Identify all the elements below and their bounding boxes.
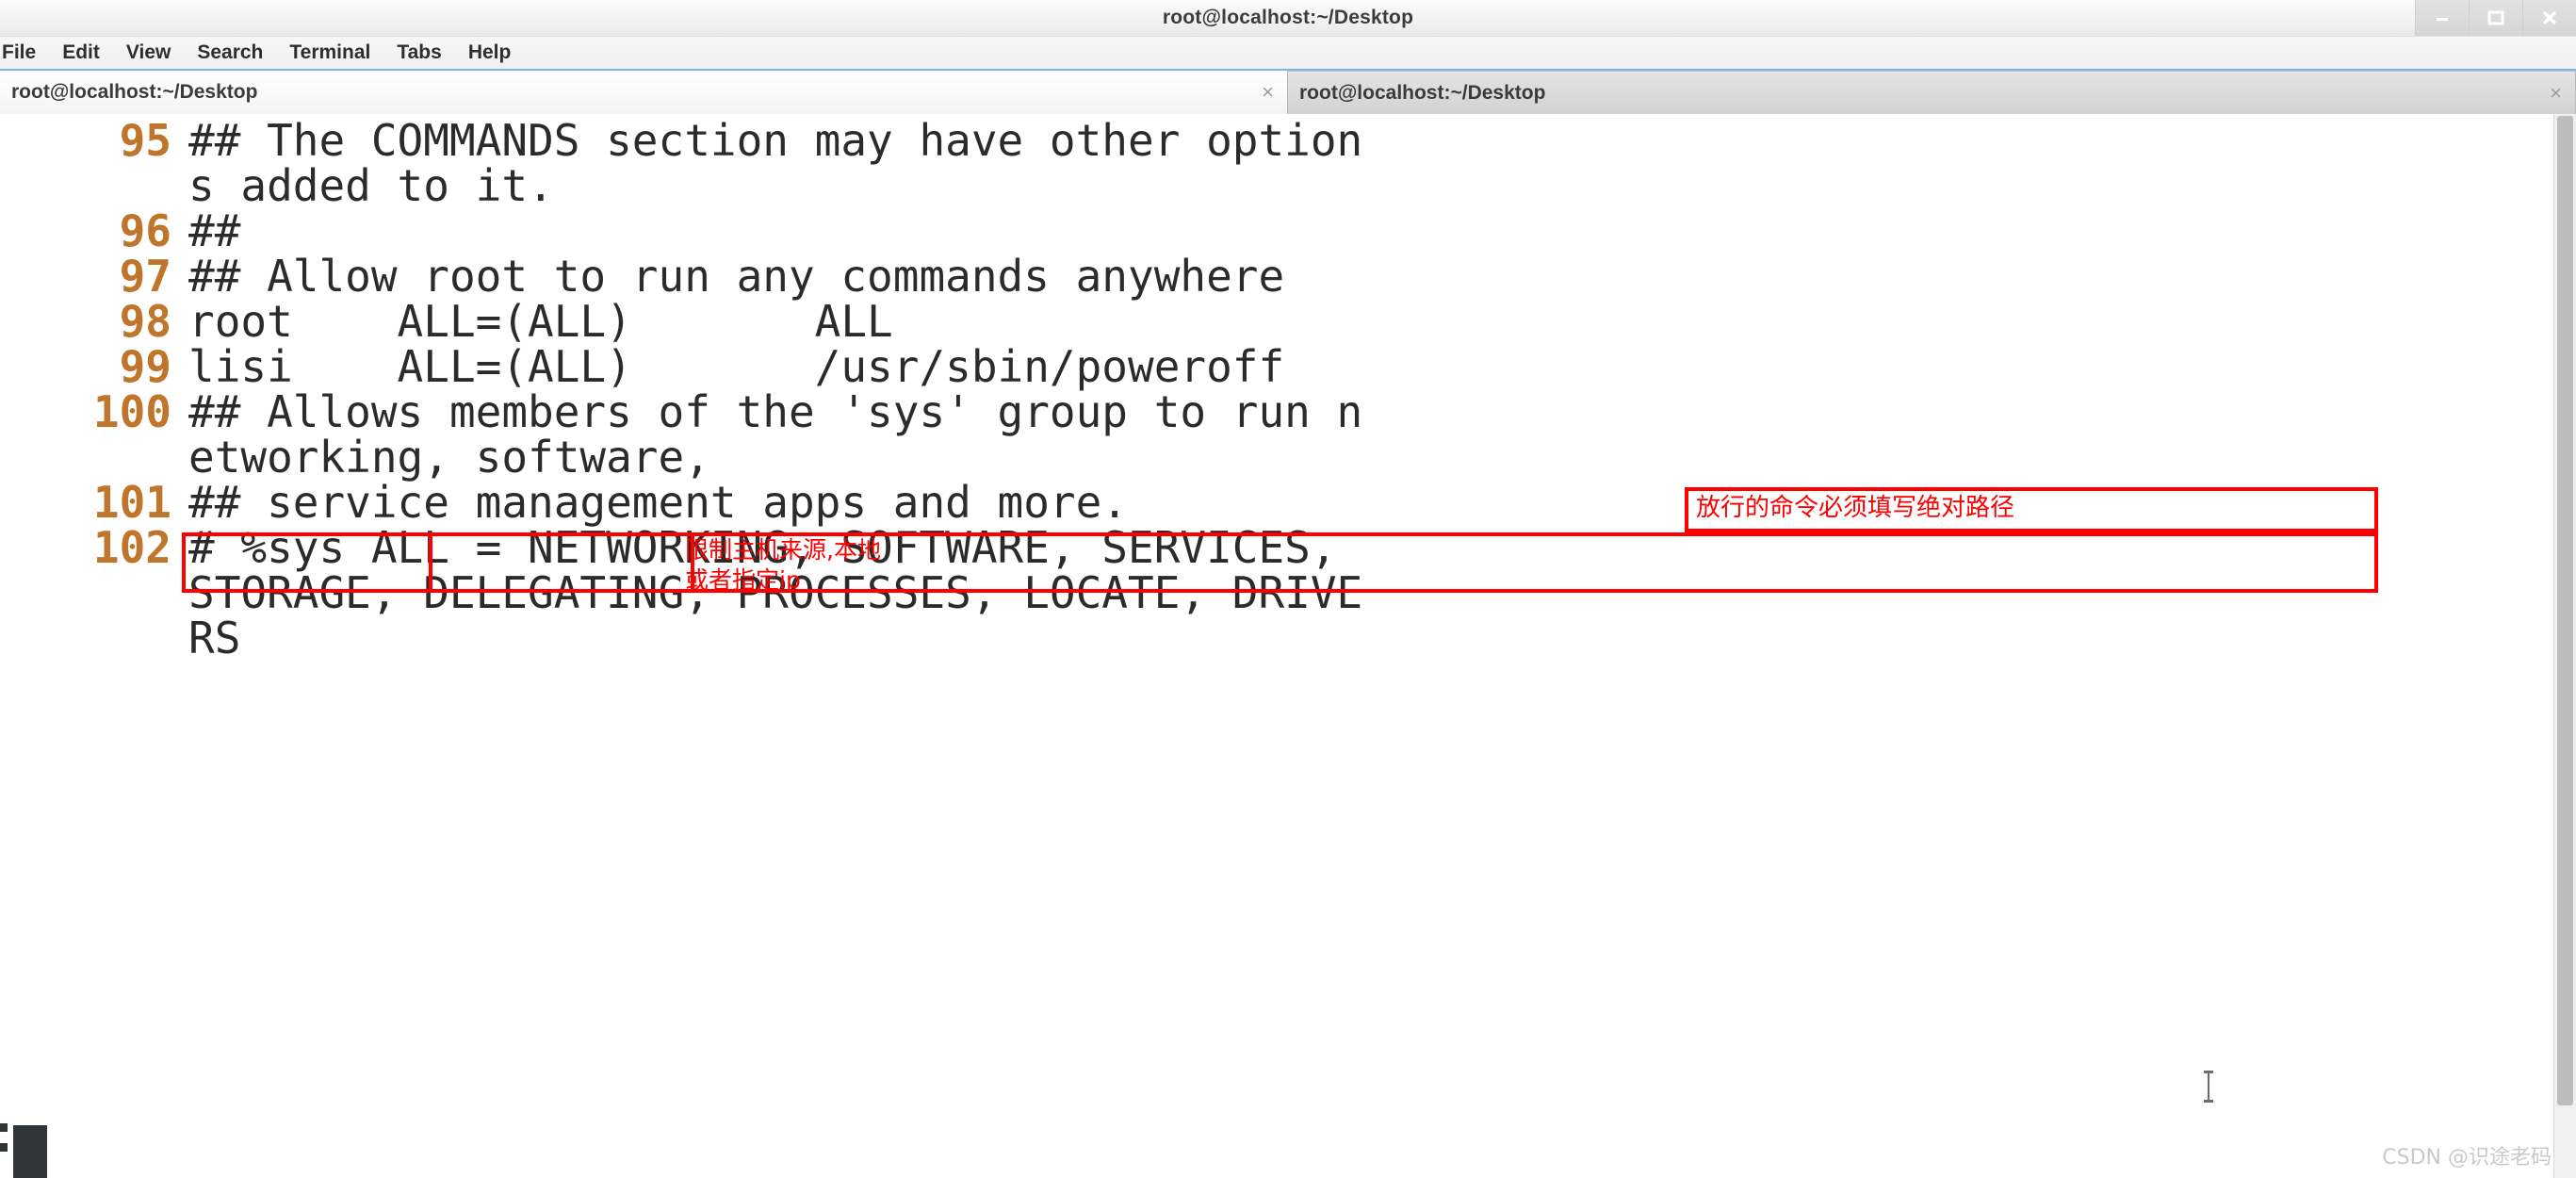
menu-item-terminal[interactable]: Terminal <box>276 37 383 69</box>
line-text: root ALL=(ALL) ALL <box>188 296 893 347</box>
line-number: 99 <box>119 341 171 392</box>
line-text: ## Allow root to run any commands anywhe… <box>188 251 1285 302</box>
menu-item-search[interactable]: Search <box>184 37 276 69</box>
menu-item-tabs[interactable]: Tabs <box>383 37 454 69</box>
code-line-wrapped: s added to it. <box>0 163 2553 208</box>
tab-close-icon[interactable]: × <box>2550 82 2562 104</box>
menu-item-edit[interactable]: Edit <box>49 37 113 69</box>
tab-close-icon[interactable]: × <box>1262 82 1274 103</box>
menu-bar: File Edit View Search Terminal Tabs Help <box>0 37 2576 71</box>
minimize-icon <box>2437 18 2448 21</box>
maximize-icon <box>2487 10 2504 25</box>
line-number: 97 <box>119 251 171 302</box>
line-number: 102 <box>92 522 171 573</box>
line-number: 101 <box>92 477 171 528</box>
csdn-watermark: CSDN @识途老码 <box>2382 1146 2552 1170</box>
annotation-text-absolute-path: 放行的命令必须填写绝对路径 <box>1696 494 2015 522</box>
code-line: 96 ## <box>0 208 2553 254</box>
screen-edge-marks <box>0 1123 8 1161</box>
line-text: # %sys ALL = NETWORKING, SOFTWARE, SERVI… <box>188 522 1337 573</box>
line-number: 100 <box>92 386 171 437</box>
line-text: s added to it. <box>188 160 554 211</box>
line-text: RS <box>188 613 241 663</box>
line-number: 96 <box>119 205 171 256</box>
title-bar: root@localhost:~/Desktop <box>0 0 2576 37</box>
code-line: 100 ## Allows members of the 'sys' group… <box>0 389 2553 434</box>
code-line-wrapped: STORAGE, DELEGATING, PROCESSES, LOCATE, … <box>0 570 2553 615</box>
scrollbar-thumb[interactable] <box>2557 116 2573 1105</box>
code-line-sudoers-root: 98 root ALL=(ALL) ALL <box>0 299 2553 344</box>
line-text: ## Allows members of the 'sys' group to … <box>188 386 1363 437</box>
line-text: lisi ALL=(ALL) /usr/sbin/poweroff <box>188 341 1285 392</box>
terminal-scrollbar[interactable] <box>2553 114 2576 1178</box>
line-text: ## The COMMANDS section may have other o… <box>188 115 1363 166</box>
editor-buffer: 95 ## The COMMANDS section may have othe… <box>0 114 2553 1178</box>
close-button[interactable] <box>2522 0 2576 36</box>
tab-label: root@localhost:~/Desktop <box>11 81 258 103</box>
code-line-sudoers-lisi: 99 lisi ALL=(ALL) /usr/sbin/poweroff <box>0 344 2553 389</box>
close-icon <box>2542 10 2557 25</box>
menu-item-help[interactable]: Help <box>455 37 525 69</box>
window-title: root@localhost:~/Desktop <box>1162 7 1414 28</box>
line-number: 95 <box>119 115 171 166</box>
tab-terminal-2[interactable]: root@localhost:~/Desktop × <box>1288 71 2576 114</box>
code-line-wrapped: etworking, software, <box>0 434 2553 480</box>
window-controls <box>2415 0 2576 36</box>
line-number: 98 <box>119 296 171 347</box>
code-line-wrapped: RS <box>0 615 2553 661</box>
terminal-content[interactable]: 95 ## The COMMANDS section may have othe… <box>0 114 2576 1178</box>
tab-terminal-1[interactable]: root@localhost:~/Desktop × <box>0 71 1288 114</box>
line-text: STORAGE, DELEGATING, PROCESSES, LOCATE, … <box>188 567 1363 618</box>
annotation-text-host-source: 限制主机来源,本地 或者指定ip <box>685 536 881 594</box>
code-line: 102 # %sys ALL = NETWORKING, SOFTWARE, S… <box>0 525 2553 570</box>
code-line: 97 ## Allow root to run any commands any… <box>0 254 2553 299</box>
terminal-block-cursor <box>13 1125 47 1178</box>
terminal-window: root@localhost:~/Desktop File Edit View <box>0 0 2576 1178</box>
tab-label: root@localhost:~/Desktop <box>1299 81 1546 104</box>
code-line: 95 ## The COMMANDS section may have othe… <box>0 118 2553 163</box>
line-text: etworking, software, <box>188 432 710 483</box>
maximize-button[interactable] <box>2469 0 2522 36</box>
minimize-button[interactable] <box>2415 0 2469 36</box>
tab-bar: root@localhost:~/Desktop × root@localhos… <box>0 71 2576 114</box>
menu-item-file[interactable]: File <box>0 37 49 69</box>
line-text: ## <box>188 205 241 256</box>
menu-item-view[interactable]: View <box>113 37 184 69</box>
